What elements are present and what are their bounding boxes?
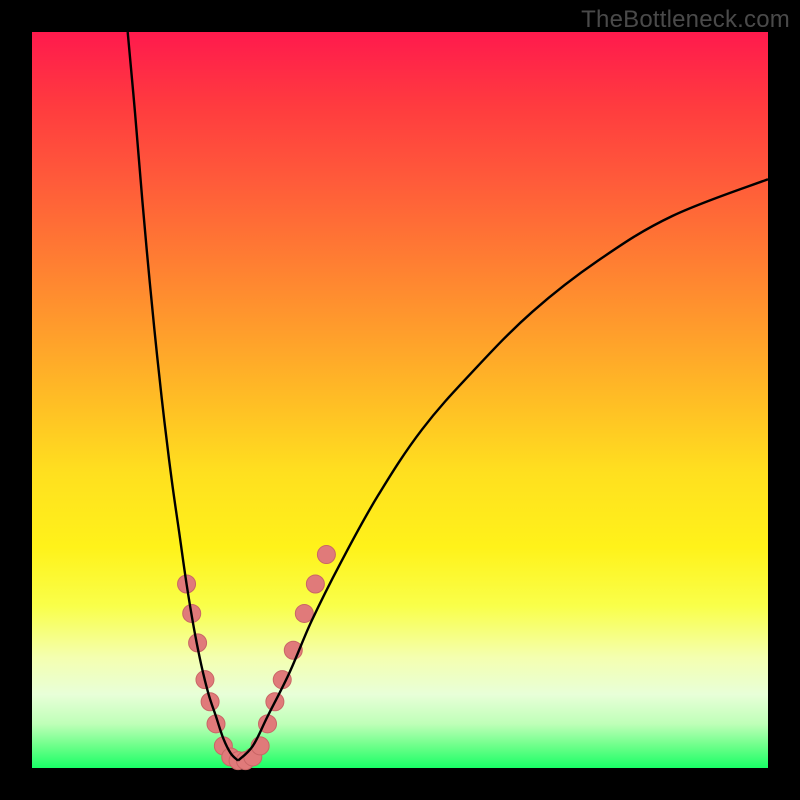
highlight-dot <box>317 546 335 564</box>
right-curve <box>238 179 768 760</box>
highlight-dot <box>306 575 324 593</box>
chart-frame: TheBottleneck.com <box>0 0 800 800</box>
chart-svg <box>32 32 768 768</box>
chart-plot-area <box>32 32 768 768</box>
watermark: TheBottleneck.com <box>581 6 790 34</box>
highlight-dot <box>295 604 313 622</box>
left-curve <box>128 32 238 761</box>
dots-layer <box>178 546 336 770</box>
